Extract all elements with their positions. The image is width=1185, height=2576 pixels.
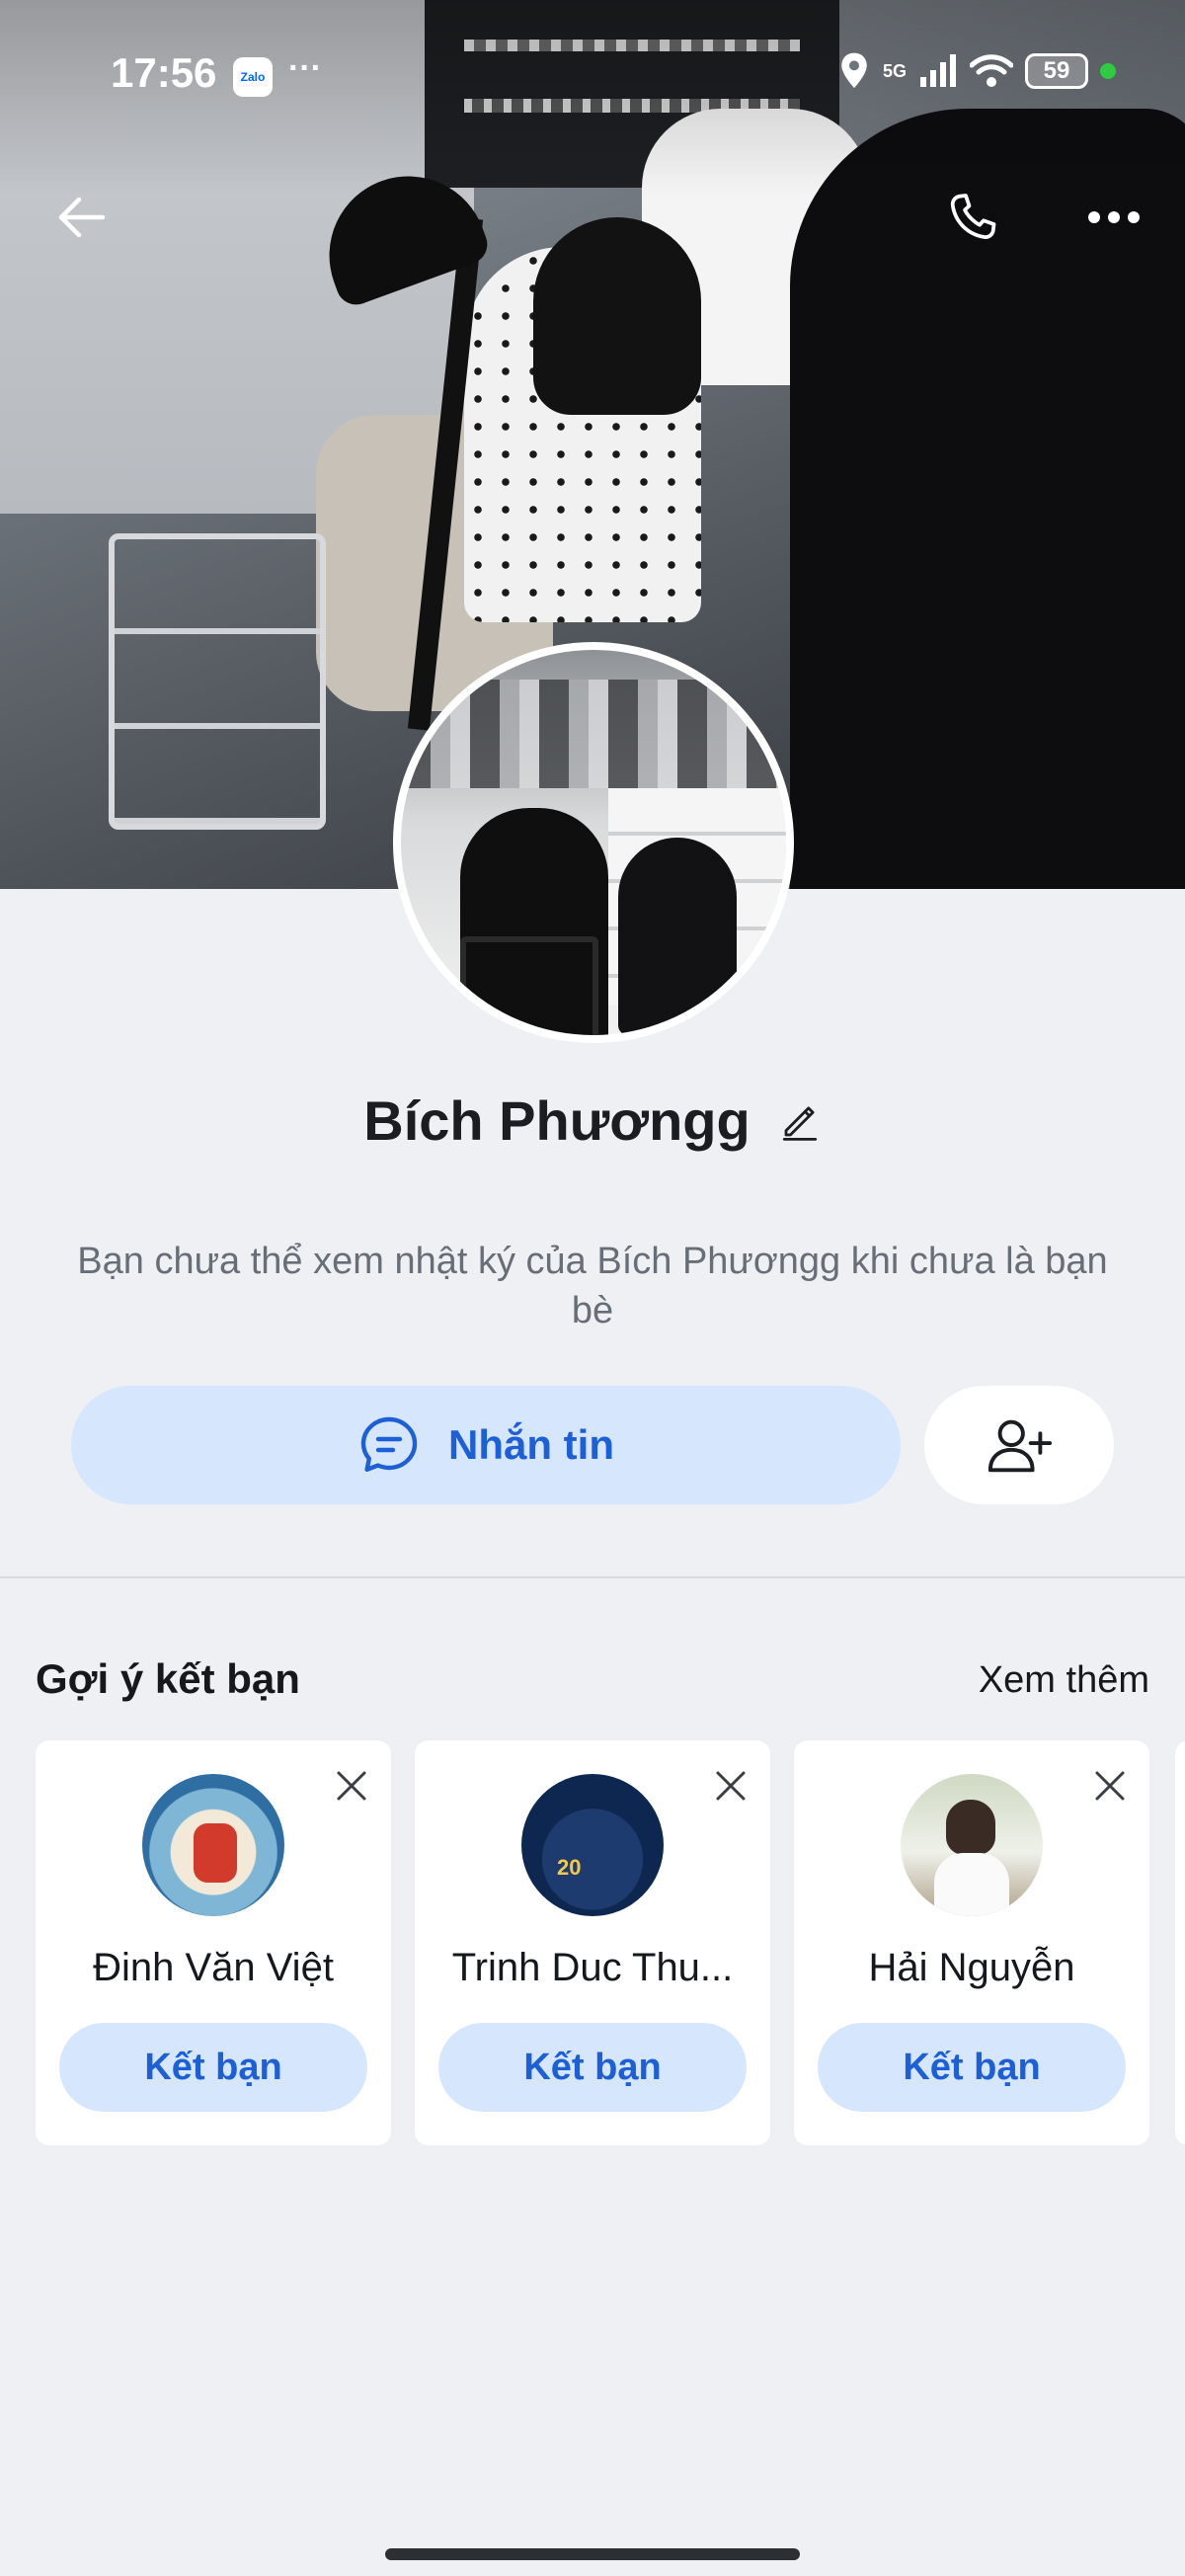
see-more-link[interactable]: Xem thêm [979,1659,1149,1702]
call-button[interactable] [933,178,1012,257]
wifi-icon [970,54,1013,87]
status-bar: 17:56 Zalo ··· 5G 59 [0,0,1185,148]
location-icon [841,52,867,88]
add-friend-button[interactable] [924,1386,1114,1504]
close-icon [716,1771,746,1801]
dismiss-suggestion-button[interactable] [328,1762,375,1810]
avatar[interactable] [142,1774,284,1916]
suggestion-name: Đinh Văn Việt [93,1946,334,1989]
suggestion-cards: Đinh Văn Việt Kết bạn Trinh Duc Thu... K… [36,1740,1185,2145]
status-time: 17:56 [111,49,217,96]
profile-name-row: Bích Phươngg [0,1088,1185,1153]
friend-suggestions-title: Gợi ý kết bạn [36,1655,300,1702]
profile-name: Bích Phươngg [363,1089,750,1152]
signal-icon [920,54,956,87]
suggestion-name: Trinh Duc Thu... [451,1946,734,1989]
user-plus-icon [988,1419,1053,1473]
message-button-label: Nhắn tin [448,1421,614,1468]
section-divider [0,1576,1185,1578]
add-friend-button[interactable]: Kết bạn [818,2023,1126,2112]
chat-bubble-icon [360,1416,418,1472]
suggestion-card[interactable]: Hải Nguyễn Kết bạn [794,1740,1149,2145]
home-indicator[interactable] [385,2548,800,2560]
next-suggestion-card-peek[interactable] [1175,1740,1185,2145]
more-options-button[interactable] [1074,178,1153,257]
avatar[interactable] [901,1774,1043,1916]
suggestion-name: Hải Nguyễn [868,1946,1075,1989]
back-button[interactable] [41,178,120,257]
pencil-icon [782,1105,817,1141]
avatar[interactable] [521,1774,664,1916]
more-horizontal-icon [1088,211,1140,223]
suggestion-card[interactable]: Trinh Duc Thu... Kết bạn [415,1740,770,2145]
dismiss-suggestion-button[interactable] [1086,1762,1134,1810]
network-type: 5G [882,60,907,81]
close-icon [1095,1771,1125,1801]
add-friend-button[interactable]: Kết bạn [59,2023,367,2112]
dismiss-suggestion-button[interactable] [707,1762,754,1810]
phone-icon [950,194,996,239]
zalo-app-icon: Zalo [233,57,273,97]
message-button[interactable]: Nhắn tin [71,1386,901,1504]
edit-name-button[interactable] [778,1099,822,1143]
diary-privacy-notice: Bạn chưa thể xem nhật ký của Bích Phương… [77,1241,1108,1331]
add-friend-button[interactable]: Kết bạn [438,2023,747,2112]
profile-avatar[interactable] [393,642,794,1043]
notification-overflow: ··· [288,49,322,87]
arrow-left-icon [58,197,106,238]
close-icon [337,1771,366,1801]
suggestion-card[interactable]: Đinh Văn Việt Kết bạn [36,1740,391,2145]
status-right: 5G 59 [837,51,1116,91]
privacy-dot [1100,63,1116,79]
battery-indicator: 59 [1025,53,1088,89]
